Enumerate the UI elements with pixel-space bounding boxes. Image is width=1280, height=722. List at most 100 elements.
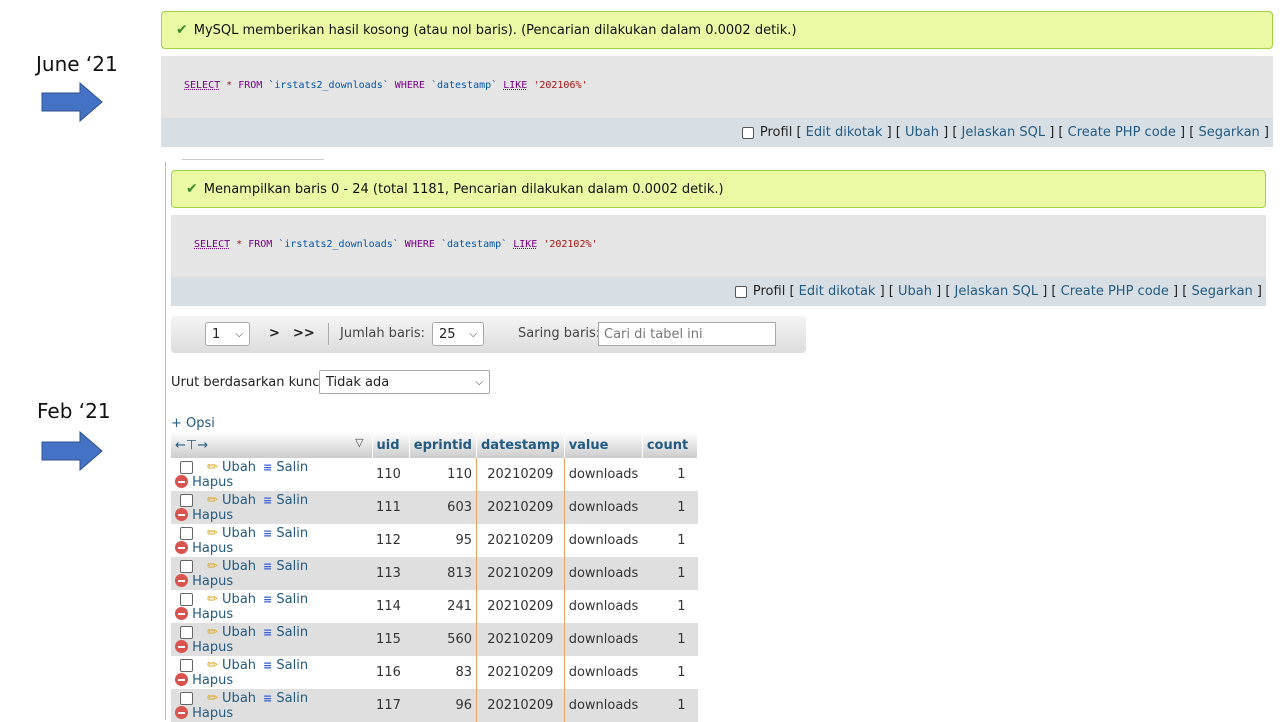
row-delete-button[interactable]: Hapus	[175, 573, 233, 589]
row-edit-button[interactable]: ✏ Ubah	[207, 592, 256, 607]
sort-dropdown-icon[interactable]: ▽	[355, 436, 363, 449]
cell-eprintid[interactable]: 83	[409, 656, 477, 689]
row-edit-button[interactable]: ✏ Ubah	[207, 658, 256, 673]
cell-count[interactable]: 1	[642, 524, 698, 557]
cell-count[interactable]: 1	[642, 458, 698, 491]
page-select[interactable]: 1 ⌵	[205, 322, 250, 346]
cell-uid[interactable]: 112	[372, 524, 410, 557]
row-edit-button[interactable]: ✏ Ubah	[207, 691, 256, 706]
row-copy-button[interactable]: ≡ Salin	[263, 460, 308, 475]
row-edit-button[interactable]: ✏ Ubah	[207, 625, 256, 640]
cell-datestamp[interactable]: 20210209	[476, 458, 565, 491]
profile-checkbox[interactable]	[734, 285, 747, 298]
next-page-button[interactable]: >	[269, 326, 280, 341]
row-copy-button[interactable]: ≡ Salin	[263, 493, 308, 508]
cell-uid[interactable]: 113	[372, 557, 410, 590]
row-edit-button[interactable]: ✏ Ubah	[207, 526, 256, 541]
cell-eprintid[interactable]: 560	[409, 623, 477, 656]
cell-count[interactable]: 1	[642, 656, 698, 689]
row-delete-button[interactable]: Hapus	[175, 606, 233, 622]
edit-link[interactable]: Ubah	[905, 125, 939, 140]
cell-value[interactable]: downloads	[564, 623, 643, 656]
row-copy-button[interactable]: ≡ Salin	[263, 559, 308, 574]
last-page-button[interactable]: >>	[293, 326, 315, 341]
row-checkbox[interactable]	[180, 691, 193, 705]
row-delete-button[interactable]: Hapus	[175, 672, 233, 688]
cell-eprintid[interactable]: 96	[409, 689, 477, 722]
row-checkbox[interactable]	[180, 526, 193, 540]
cell-value[interactable]: downloads	[564, 491, 643, 524]
row-checkbox[interactable]	[180, 493, 193, 507]
explain-sql-link[interactable]: Jelaskan SQL	[955, 284, 1039, 299]
cell-count[interactable]: 1	[642, 689, 698, 722]
filter-input[interactable]: Cari di tabel ini	[598, 322, 776, 346]
cell-datestamp[interactable]: 20210209	[476, 689, 565, 722]
row-delete-button[interactable]: Hapus	[175, 507, 233, 523]
cell-eprintid[interactable]: 110	[409, 458, 477, 491]
profile-checkbox[interactable]	[741, 126, 754, 139]
cell-value[interactable]: downloads	[564, 524, 643, 557]
column-header-datestamp[interactable]: datestamp	[476, 432, 565, 458]
row-edit-button[interactable]: ✏ Ubah	[207, 493, 256, 508]
cell-datestamp[interactable]: 20210209	[476, 656, 565, 689]
query-toolbar: Profil [ Edit dikotak ] [ Ubah ] [ Jelas…	[171, 277, 1266, 306]
cell-datestamp[interactable]: 20210209	[476, 623, 565, 656]
table-row: ✏ Ubah ≡ Salin Hapus 115 560 20210209 downloa…	[171, 623, 698, 656]
cell-datestamp[interactable]: 20210209	[476, 590, 565, 623]
row-copy-button[interactable]: ≡ Salin	[263, 592, 308, 607]
cell-uid[interactable]: 117	[372, 689, 410, 722]
cell-eprintid[interactable]: 95	[409, 524, 477, 557]
cell-uid[interactable]: 110	[372, 458, 410, 491]
row-edit-button[interactable]: ✏ Ubah	[207, 460, 256, 475]
cell-count[interactable]: 1	[642, 623, 698, 656]
row-checkbox[interactable]	[180, 592, 193, 606]
column-header-eprintid[interactable]: eprintid	[409, 432, 478, 458]
column-header-uid[interactable]: uid	[372, 432, 410, 458]
row-copy-button[interactable]: ≡ Salin	[263, 691, 308, 706]
cell-count[interactable]: 1	[642, 590, 698, 623]
explain-sql-link[interactable]: Jelaskan SQL	[962, 125, 1046, 140]
cell-value[interactable]: downloads	[564, 557, 643, 590]
resize-arrows-icon[interactable]: ←⊤→	[175, 438, 208, 453]
cell-eprintid[interactable]: 813	[409, 557, 477, 590]
row-copy-button[interactable]: ≡ Salin	[263, 526, 308, 541]
edit-inline-link[interactable]: Edit dikotak	[799, 284, 876, 299]
row-checkbox[interactable]	[180, 658, 193, 672]
cell-count[interactable]: 1	[642, 557, 698, 590]
cell-eprintid[interactable]: 603	[409, 491, 477, 524]
cell-value[interactable]: downloads	[564, 590, 643, 623]
refresh-link[interactable]: Segarkan	[1198, 125, 1259, 140]
row-checkbox[interactable]	[180, 460, 193, 474]
rows-per-page-select[interactable]: 25 ⌵	[432, 322, 484, 346]
row-checkbox[interactable]	[180, 625, 193, 639]
options-link[interactable]: + Opsi	[171, 416, 215, 431]
row-copy-button[interactable]: ≡ Salin	[263, 658, 308, 673]
row-delete-button[interactable]: Hapus	[175, 474, 233, 490]
create-php-link[interactable]: Create PHP code	[1061, 284, 1169, 299]
edit-inline-link[interactable]: Edit dikotak	[806, 125, 883, 140]
row-delete-button[interactable]: Hapus	[175, 705, 233, 721]
cell-datestamp[interactable]: 20210209	[476, 557, 565, 590]
row-checkbox[interactable]	[180, 559, 193, 573]
column-header-count[interactable]: count	[642, 432, 699, 458]
row-delete-button[interactable]: Hapus	[175, 540, 233, 556]
cell-uid[interactable]: 116	[372, 656, 410, 689]
cell-count[interactable]: 1	[642, 491, 698, 524]
cell-value[interactable]: downloads	[564, 458, 643, 491]
edit-link[interactable]: Ubah	[898, 284, 932, 299]
row-edit-button[interactable]: ✏ Ubah	[207, 559, 256, 574]
cell-eprintid[interactable]: 241	[409, 590, 477, 623]
cell-value[interactable]: downloads	[564, 689, 643, 722]
cell-value[interactable]: downloads	[564, 656, 643, 689]
row-copy-button[interactable]: ≡ Salin	[263, 625, 308, 640]
cell-datestamp[interactable]: 20210209	[476, 524, 565, 557]
cell-datestamp[interactable]: 20210209	[476, 491, 565, 524]
refresh-link[interactable]: Segarkan	[1191, 284, 1252, 299]
column-header-value[interactable]: value	[564, 432, 643, 458]
create-php-link[interactable]: Create PHP code	[1068, 125, 1176, 140]
row-delete-button[interactable]: Hapus	[175, 639, 233, 655]
cell-uid[interactable]: 114	[372, 590, 410, 623]
sort-key-select[interactable]: Tidak ada ⌵	[319, 370, 490, 394]
cell-uid[interactable]: 111	[372, 491, 410, 524]
cell-uid[interactable]: 115	[372, 623, 410, 656]
